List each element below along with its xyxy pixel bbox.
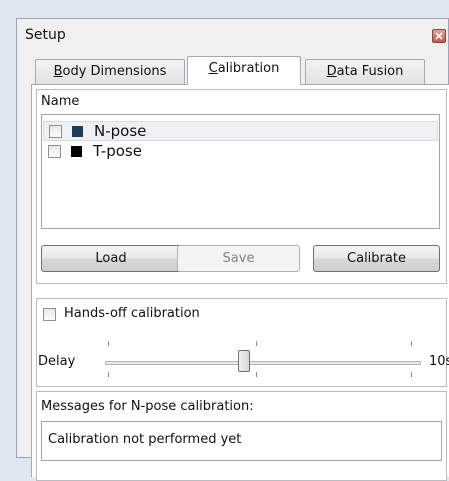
tab-data-fusion-label: ata Fusion [336, 64, 404, 79]
calibration-tab-content: Name N-pose T-pose Load Save Calibrate H… [31, 84, 449, 481]
hands-off-group: Hands-off calibration Delay 10s [36, 298, 449, 387]
messages-box[interactable]: Calibration not performed yet [41, 421, 442, 461]
name-label: Name [41, 94, 80, 109]
color-swatch [72, 126, 83, 137]
hands-off-label: Hands-off calibration [64, 306, 200, 321]
tab-data-fusion-mnemonic: D [326, 64, 337, 79]
checkbox-icon[interactable] [49, 125, 62, 138]
tab-calibration[interactable]: Calibration [187, 56, 301, 85]
tab-calibration-label: alibration [217, 61, 280, 76]
setup-panel: Setup Body Dimensions Calibration Data F… [16, 18, 449, 481]
message-text: Calibration not performed yet [48, 432, 242, 447]
tab-data-fusion[interactable]: Data Fusion [305, 59, 425, 84]
slider-tick [108, 372, 109, 377]
delay-value: 10s [429, 354, 449, 369]
tab-body-dimensions-label: ody Dimensions [62, 64, 167, 79]
calibration-group: Name N-pose T-pose Load Save Calibrate [36, 89, 447, 284]
tab-calibration-mnemonic: C [208, 61, 218, 76]
delay-slider-thumb[interactable] [238, 350, 250, 372]
slider-tick [411, 372, 412, 377]
list-item-t-pose[interactable]: T-pose [42, 142, 439, 162]
checkbox-icon[interactable] [48, 145, 61, 158]
slider-tick [256, 372, 257, 377]
color-swatch [71, 146, 82, 157]
calibration-list[interactable]: N-pose T-pose [41, 114, 440, 229]
delay-label: Delay [38, 354, 76, 369]
list-item-n-pose[interactable]: N-pose [43, 121, 438, 141]
slider-tick [411, 341, 412, 346]
save-button[interactable]: Save [177, 245, 300, 272]
title-bar: Setup [17, 19, 448, 49]
list-item-label: N-pose [94, 122, 147, 140]
close-icon [435, 32, 443, 40]
messages-group: Messages for N-pose calibration: Calibra… [36, 391, 447, 481]
tab-body-dimensions[interactable]: Body Dimensions [35, 59, 185, 84]
slider-tick [256, 341, 257, 346]
close-button[interactable] [432, 29, 446, 43]
checkbox-icon[interactable] [43, 308, 56, 321]
window-title: Setup [25, 27, 66, 43]
slider-tick [108, 341, 109, 346]
load-button[interactable]: Load [41, 245, 181, 272]
list-item-label: T-pose [93, 142, 142, 160]
messages-label: Messages for N-pose calibration: [41, 399, 254, 414]
tab-body-dimensions-mnemonic: B [53, 64, 63, 79]
delay-slider-track[interactable] [105, 361, 421, 365]
calibrate-button[interactable]: Calibrate [313, 245, 440, 272]
